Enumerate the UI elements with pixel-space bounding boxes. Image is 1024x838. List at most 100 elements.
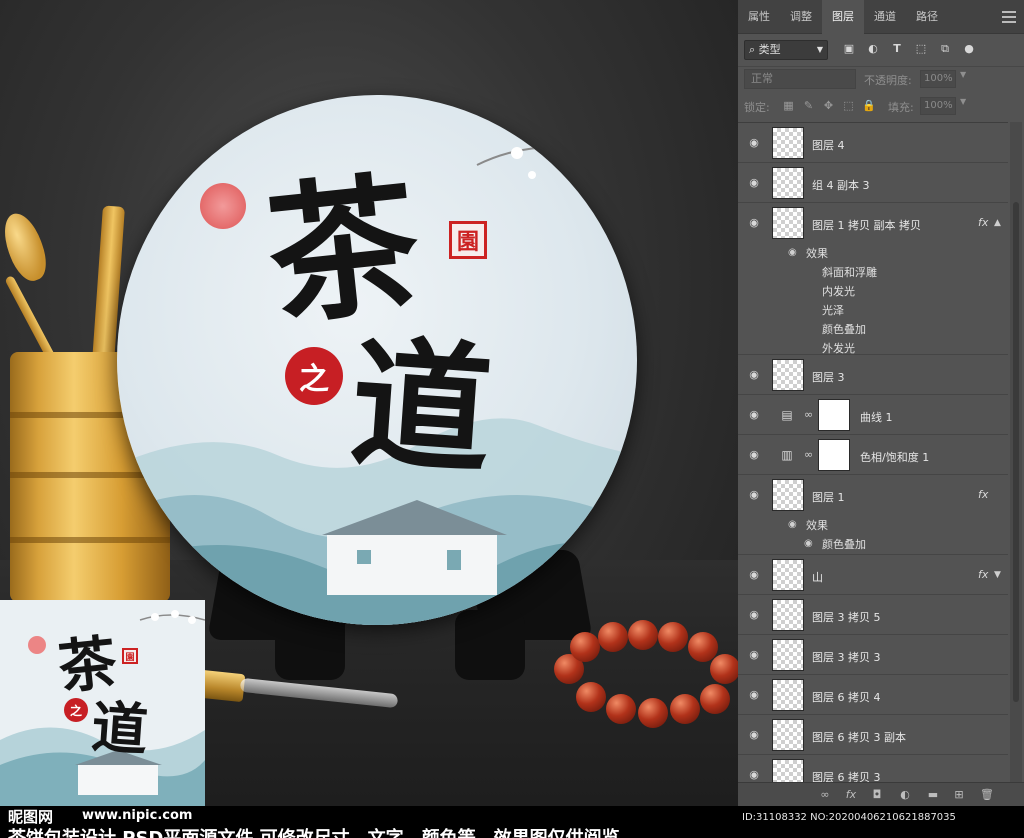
visibility-eye-icon[interactable]: ◉ xyxy=(746,447,762,463)
layer-name: 图层 3 xyxy=(812,371,845,384)
smart-object-filter-icon[interactable]: ⧉ xyxy=(938,42,952,56)
lock-artboard-icon[interactable]: ⬚ xyxy=(842,99,855,112)
effect-item[interactable]: 颜色叠加 xyxy=(822,536,866,552)
watermark-image-id: ID:31108332 NO:20200406210621887035 xyxy=(742,812,956,823)
visibility-eye-icon[interactable]: ◉ xyxy=(746,567,762,583)
square-seal: 園 xyxy=(449,221,487,259)
trash-icon[interactable]: 🗑 xyxy=(980,788,994,802)
layer-name: 图层 1 拷贝 副本 拷贝 xyxy=(812,219,921,232)
blend-mode-select[interactable]: 正常 xyxy=(744,69,856,89)
lock-transparent-icon[interactable]: ▦ xyxy=(782,99,795,112)
fill-field[interactable]: 100% xyxy=(920,97,956,115)
opacity-chevron-icon[interactable]: ▼ xyxy=(960,70,966,79)
visibility-eye-icon[interactable]: ◉ xyxy=(746,175,762,191)
new-layer-icon[interactable]: ⊞ xyxy=(952,788,966,802)
layer-row-1[interactable]: ◉ 组 4 副本 3 xyxy=(738,163,1008,203)
layer-thumbnail xyxy=(772,679,804,711)
layer-thumbnail xyxy=(772,599,804,631)
visibility-eye-icon[interactable]: ◉ xyxy=(746,407,762,423)
layer-list-scrollbar[interactable] xyxy=(1010,122,1022,782)
effect-item[interactable]: 光泽 xyxy=(822,302,844,318)
layer-name: 图层 6 拷贝 3 xyxy=(812,771,881,783)
layer-name: 图层 3 拷贝 3 xyxy=(812,651,881,664)
tab-layers[interactable]: 图层 xyxy=(822,0,864,34)
fx-badge-icon[interactable]: fx xyxy=(978,216,988,229)
layer-thumbnail xyxy=(772,127,804,159)
visibility-eye-icon[interactable]: ◉ xyxy=(746,135,762,151)
layer-name: 山 xyxy=(812,571,823,584)
watermark-site: www.nipic.com xyxy=(82,808,193,823)
layer-row-4[interactable]: ◉ ▤ ∞ 曲线 1 xyxy=(738,395,1008,435)
tea-cake: 茶 道 園 之 xyxy=(117,95,637,625)
tab-paths[interactable]: 路径 xyxy=(906,0,948,34)
layer-row-5[interactable]: ◉ ▥ ∞ 色相/饱和度 1 xyxy=(738,435,1008,475)
mask-link-icon[interactable]: ∞ xyxy=(804,447,814,463)
effect-item[interactable]: 颜色叠加 xyxy=(822,321,866,337)
fx-badge-icon[interactable]: fx xyxy=(978,488,988,501)
tab-adjustments[interactable]: 调整 xyxy=(780,0,822,34)
toggle-filter-icon[interactable]: ● xyxy=(962,42,976,56)
artwork-thumbnail: 茶 道 園 之 xyxy=(0,600,205,806)
opacity-label: 不透明度: xyxy=(864,74,912,87)
effect-eye-icon[interactable]: ◉ xyxy=(804,538,813,549)
lock-move-icon[interactable]: ✥ xyxy=(822,99,835,112)
layer-row-10[interactable]: ◉ 图层 6 拷贝 4 xyxy=(738,675,1008,715)
layer-row-3[interactable]: ◉ 图层 3 xyxy=(738,355,1008,395)
layer-row-0[interactable]: ◉ 图层 4 xyxy=(738,123,1008,163)
image-filter-icon[interactable]: ▣ xyxy=(842,42,856,56)
effect-item[interactable]: 外发光 xyxy=(822,340,855,356)
lock-brush-icon[interactable]: ✎ xyxy=(802,99,815,112)
effects-eye-icon[interactable]: ◉ xyxy=(788,519,797,530)
scrollbar-thumb[interactable] xyxy=(1013,202,1019,702)
layer-filter-select[interactable]: ⌕ 类型 ▼ xyxy=(744,40,828,60)
filter-row: ⌕ 类型 ▼ ▣ ◐ T ⬚ ⧉ ● xyxy=(738,36,1024,64)
calligraphy-char-dao: 道 xyxy=(345,321,497,495)
fx-icon[interactable]: fx xyxy=(844,788,858,802)
visibility-eye-icon[interactable]: ◉ xyxy=(746,687,762,703)
layer-name: 图层 1 xyxy=(812,491,845,504)
effect-item[interactable]: 斜面和浮雕 xyxy=(822,264,877,280)
layer-name: 图层 6 拷贝 3 副本 xyxy=(812,731,906,744)
layer-row-9[interactable]: ◉ 图层 3 拷贝 3 xyxy=(738,635,1008,675)
folder-icon[interactable]: ▬ xyxy=(926,788,940,802)
visibility-eye-icon[interactable]: ◉ xyxy=(746,487,762,503)
layer-list: ◉ 图层 4 ◉ 组 4 副本 3 ◉ 图层 1 拷贝 副本 拷贝 fx ▲ ◉… xyxy=(738,122,1008,783)
collapse-caret-icon[interactable]: ▲ xyxy=(994,218,1001,228)
layer-thumbnail xyxy=(772,167,804,199)
fill-chevron-icon[interactable]: ▼ xyxy=(960,97,966,106)
tab-properties[interactable]: 属性 xyxy=(738,0,780,34)
layer-row-12[interactable]: ◉ 图层 6 拷贝 3 xyxy=(738,755,1008,783)
layer-row-8[interactable]: ◉ 图层 3 拷贝 5 xyxy=(738,595,1008,635)
mask-link-icon[interactable]: ∞ xyxy=(804,407,814,423)
type-filter-icon[interactable]: T xyxy=(890,42,904,56)
panel-menu-icon[interactable] xyxy=(1002,11,1016,23)
visibility-eye-icon[interactable]: ◉ xyxy=(746,215,762,231)
expand-caret-icon[interactable]: ▼ xyxy=(994,570,1001,580)
visibility-eye-icon[interactable]: ◉ xyxy=(746,607,762,623)
adjustment-layer-icon[interactable]: ◐ xyxy=(898,788,912,802)
search-icon: ⌕ xyxy=(749,43,759,56)
dropper-pipette xyxy=(198,668,400,709)
visibility-eye-icon[interactable]: ◉ xyxy=(746,727,762,743)
tab-channels[interactable]: 通道 xyxy=(864,0,906,34)
lock-all-icon[interactable]: 🔒 xyxy=(862,99,876,112)
effects-label: 效果 xyxy=(806,519,828,532)
mask-icon[interactable]: ◘ xyxy=(870,788,884,802)
effect-item[interactable]: 内发光 xyxy=(822,283,855,299)
effects-eye-icon[interactable]: ◉ xyxy=(788,247,797,258)
visibility-eye-icon[interactable]: ◉ xyxy=(746,367,762,383)
layer-mask-thumbnail[interactable] xyxy=(818,439,850,471)
visibility-eye-icon[interactable]: ◉ xyxy=(746,767,762,783)
thumbnail-square-seal: 園 xyxy=(122,648,138,664)
layer-row-11[interactable]: ◉ 图层 6 拷贝 3 副本 xyxy=(738,715,1008,755)
shape-filter-icon[interactable]: ⬚ xyxy=(914,42,928,56)
layer-mask-thumbnail[interactable] xyxy=(818,399,850,431)
fx-badge-icon[interactable]: fx xyxy=(978,568,988,581)
layer-row-2[interactable]: ◉ 图层 1 拷贝 副本 拷贝 fx ▲ ◉ 效果 斜面和浮雕 内发光 光泽 颜… xyxy=(738,203,1008,355)
link-layers-icon[interactable]: ∞ xyxy=(818,788,832,802)
opacity-field[interactable]: 100% xyxy=(920,70,956,88)
layer-row-6[interactable]: ◉ 图层 1 fx ◉ 效果 ◉ 颜色叠加 xyxy=(738,475,1008,555)
adjustment-filter-icon[interactable]: ◐ xyxy=(866,42,880,56)
layer-row-7[interactable]: ◉ 山 fx ▼ xyxy=(738,555,1008,595)
visibility-eye-icon[interactable]: ◉ xyxy=(746,647,762,663)
